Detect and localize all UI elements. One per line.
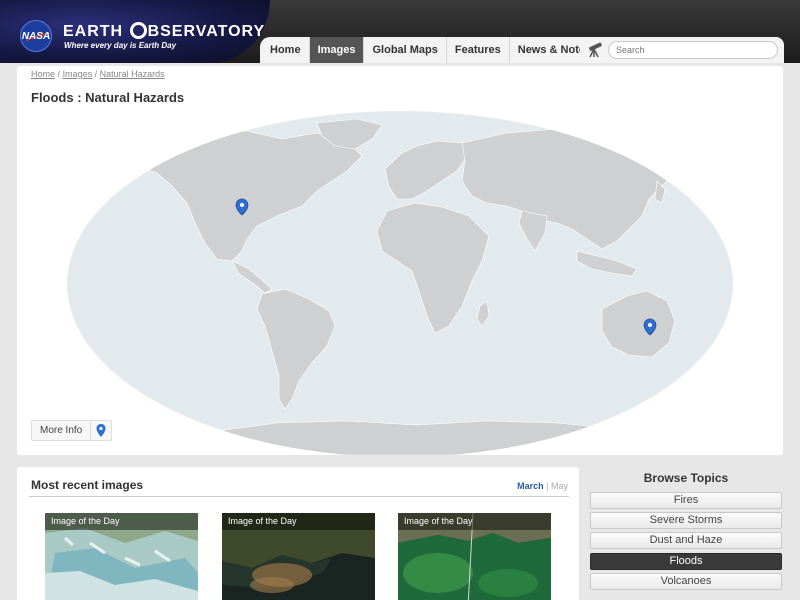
topic-floods[interactable]: Floods — [590, 553, 782, 570]
site-title[interactable]: EARTH BSERVATORY — [63, 22, 265, 41]
thumbnail-label: Image of the Day — [398, 513, 551, 530]
search-input[interactable] — [608, 41, 778, 59]
site-tagline: Where every day is Earth Day — [64, 41, 177, 50]
location-pin-icon — [96, 424, 106, 437]
browse-topics-title: Browse Topics — [643, 471, 729, 485]
nasa-logo-text: NASA — [21, 30, 51, 42]
nav-tab-images[interactable]: Images — [309, 37, 365, 63]
recent-images-title: Most recent images — [31, 478, 144, 492]
recent-images-panel: Most recent images March | May Image of … — [17, 467, 579, 600]
nav-tab-global-maps[interactable]: Global Maps — [364, 37, 447, 63]
topic-severe-storms[interactable]: Severe Storms — [590, 512, 782, 529]
topic-fires[interactable]: Fires — [590, 492, 782, 509]
breadcrumb-separator: / — [57, 69, 61, 79]
thumbnail-label: Image of the Day — [45, 513, 198, 530]
site-header: NASA EARTH BSERVATORY Where every day is… — [0, 0, 800, 63]
more-info-button[interactable]: More Info — [32, 421, 92, 440]
month-current[interactable]: March — [517, 481, 544, 491]
breadcrumb-natural-hazards[interactable]: Natural Hazards — [100, 69, 165, 79]
nav-tab-features[interactable]: Features — [446, 37, 510, 63]
world-map[interactable] — [17, 111, 783, 455]
thumbnail-3[interactable]: Image of the Day — [398, 513, 551, 600]
breadcrumb-home[interactable]: Home — [31, 69, 55, 79]
thumbnail-2[interactable]: Image of the Day — [222, 513, 375, 600]
nav-tools — [580, 37, 784, 63]
telescope-icon[interactable] — [586, 42, 604, 58]
main-nav: Home Images Global Maps Features News & … — [260, 37, 601, 63]
continent-antarctica — [196, 420, 638, 455]
page-title: Floods : Natural Hazards — [31, 90, 185, 105]
month-separator: | — [546, 481, 549, 491]
site-title-post: BSERVATORY — [147, 23, 266, 40]
map-panel: Home / Images / Natural Hazards Floods :… — [17, 66, 783, 455]
topic-volcanoes[interactable]: Volcanoes — [590, 573, 782, 590]
more-info-control: More Info — [31, 420, 113, 441]
thumbnail-label: Image of the Day — [222, 513, 375, 530]
breadcrumb-images[interactable]: Images — [63, 69, 93, 79]
topic-dust-and-haze[interactable]: Dust and Haze — [590, 532, 782, 549]
breadcrumb-separator: / — [94, 69, 98, 79]
nav-tab-home[interactable]: Home — [260, 37, 310, 63]
site-title-pre: EARTH — [63, 23, 124, 40]
month-switcher: March | May — [517, 481, 568, 491]
observatory-o-icon — [129, 22, 147, 39]
thumbnail-1[interactable]: Image of the Day — [45, 513, 198, 600]
nasa-logo[interactable]: NASA — [20, 20, 52, 52]
month-other[interactable]: May — [551, 481, 568, 491]
breadcrumb: Home / Images / Natural Hazards — [31, 69, 165, 79]
divider — [29, 496, 569, 497]
map-pin-toggle[interactable] — [91, 421, 111, 440]
